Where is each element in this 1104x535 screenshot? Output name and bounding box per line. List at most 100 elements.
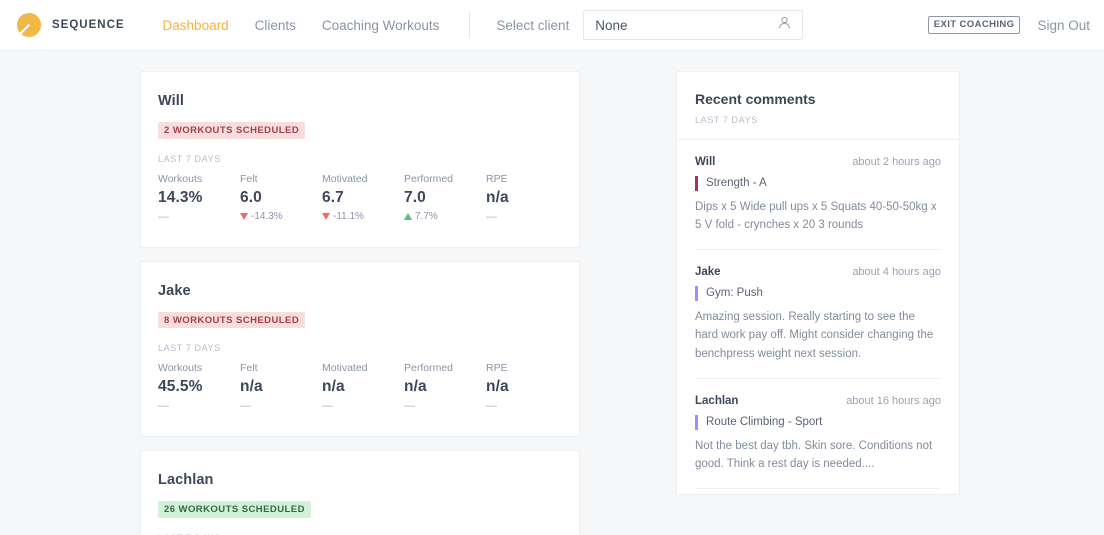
stat-value: 7.0 xyxy=(404,188,426,206)
period-label: LAST 7 DAYS xyxy=(158,343,221,353)
client-card[interactable]: Jake 8 WORKOUTS SCHEDULED LAST 7 DAYS Worko… xyxy=(140,260,580,437)
stat-label: Performed xyxy=(404,172,454,185)
stats-row: Workouts 14.3% — Felt 6.0 -14.3% Motivated 6.7 -… xyxy=(158,173,561,223)
stat-label: Motivated xyxy=(322,362,368,374)
client-select-value: None xyxy=(595,17,628,33)
comment-item[interactable]: Lachlan about 16 hours ago Route Climbing … xyxy=(695,379,941,489)
stat-label: Motivated xyxy=(322,172,368,185)
comments-column: Recent comments LAST 7 DAYS Will about 2 … xyxy=(676,71,960,495)
stat-delta: — xyxy=(486,400,568,412)
stat-delta-empty-icon: — xyxy=(240,400,251,412)
trend-up-icon xyxy=(404,213,412,220)
client-name: Lachlan xyxy=(158,472,214,488)
stat-label: Felt xyxy=(240,172,258,185)
period-label: LAST 7 DAYS xyxy=(158,153,221,164)
recent-comments-panel: Recent comments LAST 7 DAYS Will about 2 … xyxy=(676,71,960,495)
stat-delta: — xyxy=(486,211,568,223)
comment-item[interactable]: Jake about 4 hours ago Gym: Push Amazing se… xyxy=(695,250,941,379)
stat-label: RPE xyxy=(486,362,508,374)
stat-rpe: RPE n/a — xyxy=(486,173,568,223)
stat-value: n/a xyxy=(404,378,427,395)
stat-felt: Felt n/a — xyxy=(240,362,322,412)
stat-delta-empty-icon: — xyxy=(158,210,169,223)
stat-label: RPE xyxy=(486,172,508,185)
brand-logo[interactable]: SEQUENCE xyxy=(16,10,125,40)
stat-delta-text: -14.3% xyxy=(251,211,283,222)
stat-delta-empty-icon: — xyxy=(486,210,497,223)
stat-delta-empty-icon: — xyxy=(486,400,497,412)
trend-down-icon xyxy=(322,213,330,220)
client-name: Will xyxy=(158,93,185,109)
client-select[interactable]: None xyxy=(583,10,804,40)
stat-label: Workouts xyxy=(158,362,203,374)
page-body: Will 2 WORKOUTS SCHEDULED LAST 7 DAYS Worko… xyxy=(0,51,1104,535)
comment-author: Will xyxy=(695,156,716,168)
comments-title: Recent comments xyxy=(695,91,816,107)
select-client-label: Select client xyxy=(496,17,570,33)
stat-motivated: Motivated 6.7 -11.1% xyxy=(322,173,404,223)
stat-delta: -11.1% xyxy=(322,211,404,223)
client-name: Jake xyxy=(158,282,191,299)
person-icon xyxy=(777,15,792,35)
workouts-scheduled-badge: 2 WORKOUTS SCHEDULED xyxy=(158,122,306,139)
comment-body: Not the best day tbh. Skin sore. Conditi… xyxy=(695,439,933,470)
comment-body: Amazing session. Really starting to see … xyxy=(695,311,934,360)
comments-header: Recent comments LAST 7 DAYS xyxy=(677,72,959,140)
stat-value: 14.3% xyxy=(158,188,203,206)
comment-item[interactable]: Will about 2 hours ago Strength - A Dips x … xyxy=(695,140,941,251)
main-nav: Dashboard Clients Coaching Workouts xyxy=(163,18,440,33)
stat-value: 6.7 xyxy=(322,188,344,206)
nav-item-coaching-workouts[interactable]: Coaching Workouts xyxy=(322,18,440,33)
client-card[interactable]: Lachlan26 WORKOUTS SCHEDULEDLAST 7 DAYSW… xyxy=(140,450,580,535)
stat-value: n/a xyxy=(322,378,345,395)
stat-delta: -14.3% xyxy=(240,211,322,223)
comment-workout-name[interactable]: Gym: Push xyxy=(695,286,941,302)
stat-value: 6.0 xyxy=(240,188,262,206)
stat-label: Workouts xyxy=(158,172,203,185)
comment-timestamp: about 4 hours ago xyxy=(852,266,941,279)
comments-period-label: LAST 7 DAYS xyxy=(695,115,758,125)
app-header: SEQUENCE Dashboard Clients Coaching Work… xyxy=(0,0,1104,51)
nav-item-clients[interactable]: Clients xyxy=(255,18,296,33)
stat-performed: Performed 7.0 7.7% xyxy=(404,173,486,223)
comment-author: Lachlan xyxy=(695,394,739,407)
stat-delta: — xyxy=(158,211,240,223)
stat-performed: Performed n/a — xyxy=(404,362,486,412)
comment-workout-name[interactable]: Route Climbing - Sport xyxy=(695,414,941,430)
workouts-scheduled-badge: 26 WORKOUTS SCHEDULED xyxy=(158,501,311,518)
workouts-scheduled-badge: 8 WORKOUTS SCHEDULED xyxy=(158,311,306,328)
sign-out-link[interactable]: Sign Out xyxy=(1037,18,1090,33)
comment-header: Will about 2 hours ago xyxy=(695,156,941,168)
stat-workouts: Workouts 14.3% — xyxy=(158,173,240,223)
stat-label: Felt xyxy=(240,362,258,374)
exit-coaching-button[interactable]: EXIT COACHING xyxy=(927,16,1021,34)
client-card[interactable]: Will 2 WORKOUTS SCHEDULED LAST 7 DAYS Worko… xyxy=(140,71,580,248)
stats-row: Workouts 45.5% — Felt n/a — Motivated n/a — Perfo… xyxy=(158,362,561,412)
stat-delta: 7.7% xyxy=(404,211,486,223)
comment-timestamp: about 2 hours ago xyxy=(852,156,941,168)
header-divider xyxy=(469,12,471,38)
stat-felt: Felt 6.0 -14.3% xyxy=(240,173,322,223)
comment-timestamp: about 16 hours ago xyxy=(846,394,941,407)
stat-delta: — xyxy=(158,400,240,412)
stat-delta-text: -11.1% xyxy=(333,211,364,222)
stat-value: n/a xyxy=(486,188,509,206)
stat-value: 45.5% xyxy=(158,378,203,395)
comment-header: Lachlan about 16 hours ago xyxy=(695,395,941,407)
stat-value: n/a xyxy=(486,378,509,395)
nav-item-dashboard[interactable]: Dashboard xyxy=(163,18,229,33)
sequence-logo-icon xyxy=(16,10,42,40)
stat-workouts: Workouts 45.5% — xyxy=(158,362,240,412)
stat-delta-empty-icon: — xyxy=(158,400,169,412)
stat-delta: — xyxy=(404,400,486,412)
stat-delta-empty-icon: — xyxy=(404,400,415,412)
comment-workout-name[interactable]: Strength - A xyxy=(695,176,941,191)
comment-item[interactable]: Willabout 16 hours ago4 x 4'sEpic sessio… xyxy=(695,489,941,494)
trend-down-icon xyxy=(240,213,248,220)
stat-rpe: RPE n/a — xyxy=(486,362,568,412)
stat-delta-empty-icon: — xyxy=(322,400,333,412)
stat-label: Performed xyxy=(404,362,454,374)
stat-motivated: Motivated n/a — xyxy=(322,362,404,412)
stat-value: n/a xyxy=(240,378,263,395)
comment-author: Jake xyxy=(695,266,721,279)
